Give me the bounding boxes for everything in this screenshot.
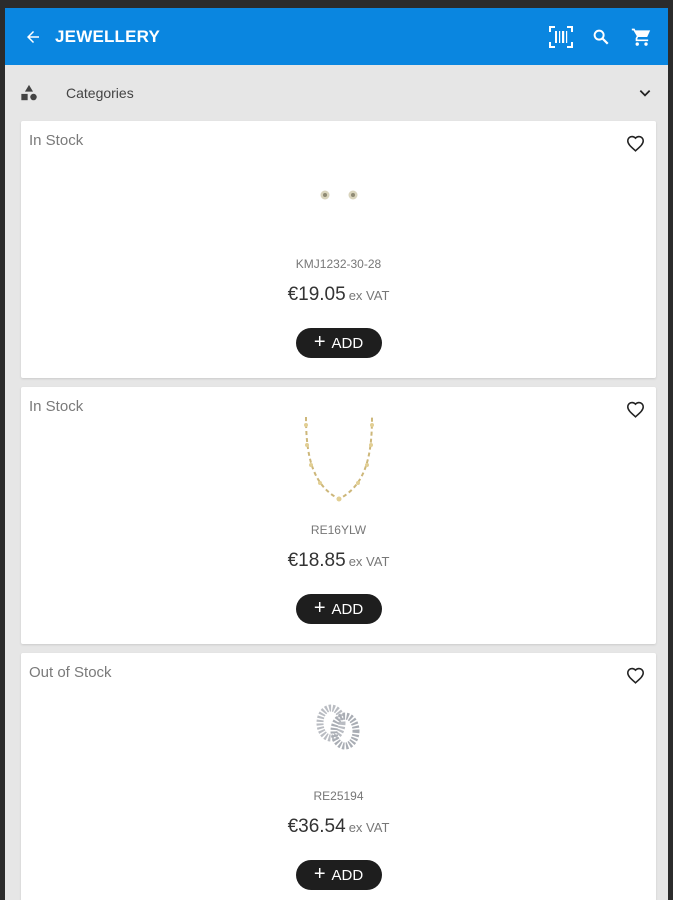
price-row: €36.54 ex VAT bbox=[21, 816, 656, 838]
product-image-stud-earrings[interactable] bbox=[279, 147, 399, 242]
barcode-scan-icon[interactable] bbox=[548, 24, 574, 50]
add-label: ADD bbox=[331, 866, 364, 884]
plus-icon: + bbox=[313, 331, 326, 353]
add-button[interactable]: + ADD bbox=[295, 860, 382, 890]
product-card[interactable]: In Stock RE16YLW €18.85 ex VAT + ADD bbox=[21, 387, 656, 644]
vat-label: ex VAT bbox=[348, 288, 390, 303]
add-button[interactable]: + ADD bbox=[295, 328, 382, 358]
page-title: JEWELLERY bbox=[55, 26, 161, 46]
vat-label: ex VAT bbox=[348, 820, 390, 835]
product-card[interactable]: In Stock KMJ1232-30-28 €19.05 ex VAT + AD… bbox=[21, 121, 656, 378]
price-row: €18.85 ex VAT bbox=[21, 550, 656, 572]
back-arrow-icon[interactable] bbox=[21, 25, 45, 49]
add-button[interactable]: + ADD bbox=[295, 594, 382, 624]
categories-icon bbox=[19, 83, 39, 103]
app-bar: JEWELLERY bbox=[5, 8, 668, 65]
product-image-gold-necklace[interactable] bbox=[279, 413, 399, 508]
product-card[interactable]: Out of Stock RE25194 €36.54 ex VAT + ADD bbox=[21, 653, 656, 900]
product-list: In Stock KMJ1232-30-28 €19.05 ex VAT + AD… bbox=[5, 121, 668, 900]
plus-icon: + bbox=[313, 863, 326, 885]
plus-icon: + bbox=[313, 597, 326, 619]
chevron-down-icon[interactable] bbox=[634, 82, 656, 104]
heart-icon[interactable] bbox=[624, 132, 646, 154]
vat-label: ex VAT bbox=[348, 554, 390, 569]
product-price: €19.05 bbox=[287, 284, 346, 305]
categories-selector[interactable]: Categories bbox=[5, 65, 668, 121]
cart-icon[interactable] bbox=[628, 24, 654, 50]
search-icon[interactable] bbox=[588, 24, 614, 50]
heart-icon[interactable] bbox=[624, 664, 646, 686]
product-price: €18.85 bbox=[287, 550, 346, 571]
stock-status: In Stock bbox=[29, 398, 84, 415]
add-label: ADD bbox=[331, 600, 364, 618]
add-label: ADD bbox=[331, 334, 364, 352]
app-bar-actions bbox=[548, 24, 654, 50]
product-image-hoop-earrings[interactable] bbox=[279, 679, 399, 774]
heart-icon[interactable] bbox=[624, 398, 646, 420]
app-frame: JEWELLERY Categories In Stock KMJ1232-30… bbox=[5, 8, 668, 900]
price-row: €19.05 ex VAT bbox=[21, 284, 656, 306]
product-sku: RE25194 bbox=[313, 789, 364, 803]
product-price: €36.54 bbox=[287, 816, 346, 837]
stock-status: In Stock bbox=[29, 132, 84, 149]
stock-status: Out of Stock bbox=[29, 664, 112, 681]
product-sku: KMJ1232-30-28 bbox=[295, 257, 382, 271]
product-sku: RE16YLW bbox=[310, 523, 367, 537]
categories-label: Categories bbox=[66, 85, 134, 101]
